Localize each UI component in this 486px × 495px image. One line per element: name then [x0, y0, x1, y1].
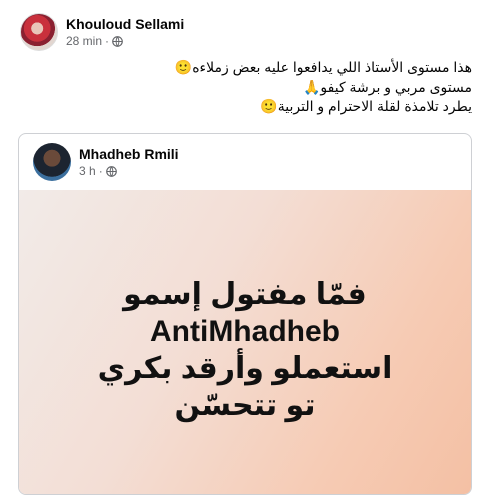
card-line: استعملو وأرقد بكري [97, 352, 393, 385]
post-line: يطرد تلامذة لقلة الاحترام و التربية🙂 [260, 98, 472, 114]
shared-author-avatar[interactable] [33, 143, 71, 181]
globe-icon[interactable] [105, 165, 117, 177]
post-line: هذا مستوى الأستاذ اللي يدافعوا عليه بعض … [174, 59, 472, 75]
author-name[interactable]: Khouloud Sellami [66, 15, 184, 33]
card-line: تو تتحسّن [174, 389, 316, 422]
meta-separator: · [105, 34, 110, 48]
facebook-post: Khouloud Sellami 28 min · هذا مستوى الأس… [0, 0, 486, 495]
shared-post-time[interactable]: 3 h [79, 163, 96, 179]
card-line: AntiMhadheb [150, 315, 340, 348]
post-time[interactable]: 28 min [66, 33, 102, 49]
shared-post[interactable]: Mhadheb Rmili 3 h · فمّا مفتول إسمو Anti… [18, 133, 472, 495]
shared-author-block: Mhadheb Rmili 3 h · [79, 145, 179, 179]
post-body: هذا مستوى الأستاذ اللي يدافعوا عليه بعض … [32, 58, 472, 117]
shared-post-meta: 3 h · [79, 163, 179, 179]
shared-author-name[interactable]: Mhadheb Rmili [79, 145, 179, 163]
shared-post-header: Mhadheb Rmili 3 h · [19, 134, 471, 190]
author-avatar[interactable] [20, 13, 58, 51]
post-header: Khouloud Sellami 28 min · [20, 12, 184, 52]
card-line: فمّا مفتول إسمو [123, 278, 367, 311]
meta-separator: · [98, 164, 103, 178]
post-line: مستوى مربي و برشة كيفو🙏 [302, 78, 472, 95]
author-block: Khouloud Sellami 28 min · [66, 15, 184, 49]
globe-icon[interactable] [112, 35, 123, 47]
text-background-card: فمّا مفتول إسمو AntiMhadheb استعملو وأرق… [19, 190, 471, 494]
card-text: فمّا مفتول إسمو AntiMhadheb استعملو وأرق… [19, 276, 471, 424]
post-meta: 28 min · [66, 33, 184, 49]
